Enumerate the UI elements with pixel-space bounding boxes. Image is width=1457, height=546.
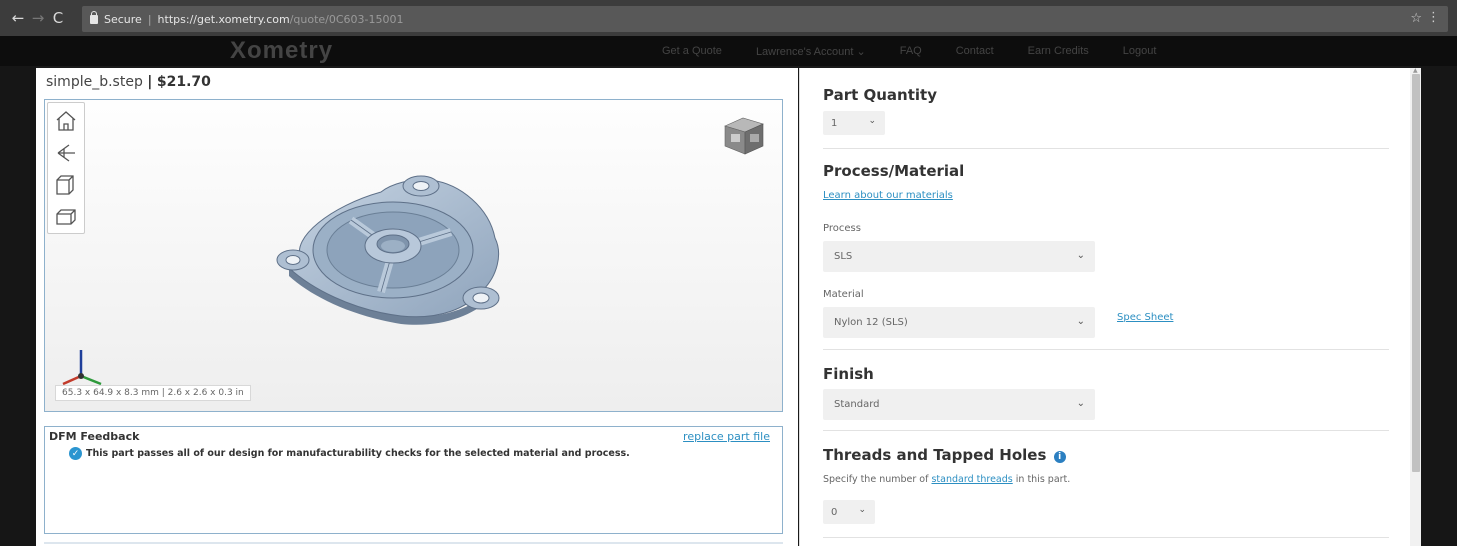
lock-icon <box>90 10 98 24</box>
quantity-select[interactable]: 1 ⌄ <box>823 111 885 135</box>
backdrop-left <box>0 66 36 546</box>
panel-divider <box>44 542 783 544</box>
bookmark-star-icon[interactable]: ☆ <box>1410 11 1422 26</box>
part-viewer-panel: simple_b.step | $21.70 65.3 x 64.9 x 8.3… <box>36 68 798 546</box>
site-logo: Xometry <box>230 37 334 64</box>
process-label: Process <box>823 223 861 234</box>
learn-materials-link[interactable]: Learn about our materials <box>823 190 953 201</box>
part-title: simple_b.step | $21.70 <box>46 74 211 90</box>
look-at-icon[interactable] <box>54 141 78 165</box>
threads-help-text: Specify the number of standard threads i… <box>823 474 1071 485</box>
part-quantity-heading: Part Quantity <box>823 86 937 104</box>
process-material-heading: Process/Material <box>823 162 965 180</box>
divider <box>823 148 1389 149</box>
browser-toolbar: ← → C Secure | https://get.xometry.com /… <box>0 0 1457 36</box>
secure-label: Secure <box>104 12 142 26</box>
reload-icon[interactable]: C <box>48 9 68 27</box>
scrollbar-thumb[interactable] <box>1412 74 1420 472</box>
replace-part-file-link[interactable]: replace part file <box>683 430 770 443</box>
divider <box>823 349 1389 350</box>
chevron-down-icon: ⌄ <box>1076 250 1085 261</box>
chevron-down-icon: ⌄ <box>858 505 866 515</box>
viewer-toolbar <box>47 102 85 234</box>
nav-logout[interactable]: Logout <box>1123 45 1157 57</box>
address-bar[interactable]: Secure | https://get.xometry.com /quote/… <box>82 6 1448 32</box>
dfm-message: ✓ This part passes all of our design for… <box>69 447 630 460</box>
part-dimensions: 65.3 x 64.9 x 8.3 mm | 2.6 x 2.6 x 0.3 i… <box>55 385 251 401</box>
scroll-up-icon[interactable]: ▲ <box>1413 68 1419 74</box>
nav-contact[interactable]: Contact <box>956 45 994 57</box>
dfm-message-text: This part passes all of our design for m… <box>86 448 630 459</box>
nav-account[interactable]: Lawrence's Account ⌄ <box>756 45 866 58</box>
chevron-down-icon: ⌄ <box>1076 316 1085 327</box>
browser-menu-icon[interactable]: ⋮ <box>1427 10 1440 25</box>
back-icon[interactable]: ← <box>8 9 28 27</box>
title-separator: | <box>147 74 153 90</box>
dfm-feedback-box: DFM Feedback replace part file ✓ This pa… <box>44 426 783 534</box>
material-label: Material <box>823 289 864 300</box>
url-host: https://get.xometry.com <box>157 12 290 26</box>
dfm-title: DFM Feedback <box>49 430 140 443</box>
home-view-icon[interactable] <box>54 109 78 133</box>
threads-select[interactable]: 0 ⌄ <box>823 500 875 524</box>
info-icon[interactable]: i <box>1053 451 1066 463</box>
site-nav: Get a Quote Lawrence's Account ⌄ FAQ Con… <box>662 36 1156 66</box>
chevron-down-icon: ⌄ <box>1076 398 1085 409</box>
divider <box>823 537 1389 538</box>
material-select[interactable]: Nylon 12 (SLS) ⌄ <box>823 307 1095 338</box>
backdrop-right <box>1421 66 1457 546</box>
view-cube-icon[interactable] <box>721 114 767 158</box>
part-3d-model[interactable] <box>271 168 521 330</box>
threads-heading: Threads and Tapped Holes i <box>823 446 1066 464</box>
axis-triad-icon <box>62 350 102 386</box>
front-view-icon[interactable] <box>54 173 78 197</box>
standard-threads-link[interactable]: standard threads <box>931 474 1012 485</box>
part-filename: simple_b.step <box>46 74 143 90</box>
forward-icon[interactable]: → <box>28 9 48 27</box>
process-select[interactable]: SLS ⌄ <box>823 241 1095 272</box>
finish-select[interactable]: Standard ⌄ <box>823 389 1095 420</box>
iso-view-icon[interactable] <box>54 205 78 229</box>
configuration-panel: Part Quantity 1 ⌄ Process/Material Learn… <box>799 68 1421 546</box>
spec-sheet-link[interactable]: Spec Sheet <box>1117 312 1173 323</box>
nav-get-quote[interactable]: Get a Quote <box>662 45 722 57</box>
url-path: /quote/0C603-15001 <box>289 12 404 26</box>
chevron-down-icon: ⌄ <box>868 116 876 126</box>
part-price: $21.70 <box>156 74 211 90</box>
3d-viewer[interactable]: 65.3 x 64.9 x 8.3 mm | 2.6 x 2.6 x 0.3 i… <box>44 99 783 412</box>
divider <box>823 430 1389 431</box>
finish-heading: Finish <box>823 365 874 383</box>
check-circle-icon: ✓ <box>69 447 82 460</box>
nav-earn-credits[interactable]: Earn Credits <box>1028 45 1089 57</box>
nav-faq[interactable]: FAQ <box>900 45 922 57</box>
